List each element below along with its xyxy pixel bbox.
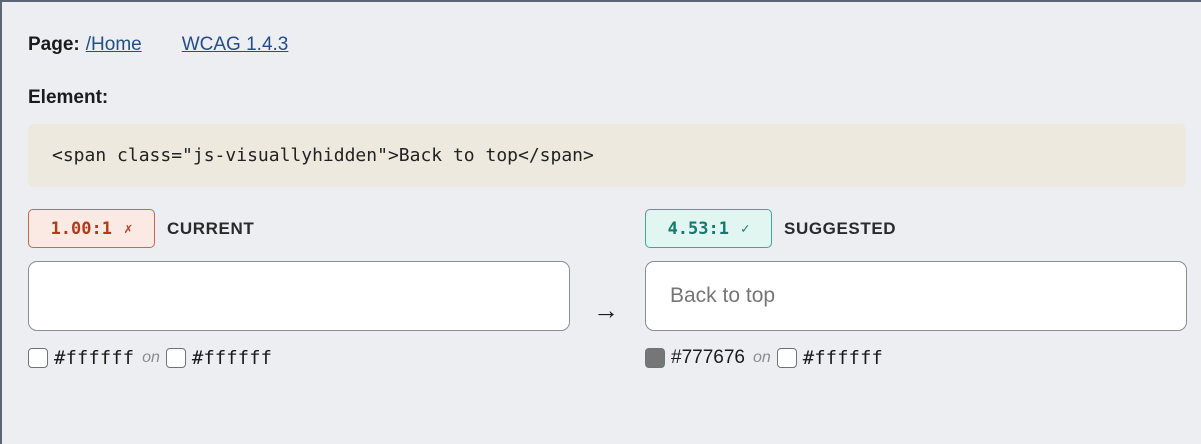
current-fg-hex: #ffffff	[54, 347, 135, 369]
suggested-on-text: on	[752, 349, 771, 366]
pass-icon: ✓	[740, 220, 750, 237]
fail-icon: ✗	[123, 220, 133, 237]
suggested-bg-swatch	[776, 348, 797, 368]
suggested-ratio-badge: 4.53:1 ✓	[645, 209, 772, 248]
current-bg-hex: #ffffff	[191, 347, 272, 369]
current-colors: #ffffff on #ffffff	[28, 347, 272, 369]
current-label: CURRENT	[167, 219, 255, 238]
suggested-preview: Back to top	[645, 261, 1187, 331]
element-code-block: <span class="js-visuallyhidden">Back to …	[28, 124, 1186, 187]
contrast-issue-panel: Page: /Home WCAG 1.4.3 Element: <span cl…	[0, 0, 1201, 444]
page-row: Page: /Home WCAG 1.4.3	[28, 34, 288, 56]
suggested-bg-hex: #ffffff	[802, 347, 883, 369]
suggested-label: SUGGESTED	[784, 219, 897, 238]
suggested-ratio: 4.53:1	[667, 218, 729, 239]
suggested-fg-swatch	[645, 348, 665, 368]
wcag-link[interactable]: WCAG 1.4.3	[182, 34, 289, 56]
current-ratio-badge: 1.00:1 ✗	[28, 209, 155, 248]
arrow-right-icon: →	[593, 295, 619, 325]
current-on-text: on	[142, 349, 160, 366]
page-label: Page:	[28, 34, 80, 55]
current-ratio: 1.00:1	[50, 218, 112, 239]
current-fg-swatch	[28, 348, 48, 368]
suggested-fg-hex: #777676	[671, 347, 745, 368]
current-preview: Back to top	[28, 261, 570, 331]
element-label: Element:	[28, 87, 109, 108]
current-bg-swatch	[165, 348, 186, 368]
page-link[interactable]: /Home	[86, 34, 142, 56]
suggested-colors: #777676 on #ffffff	[645, 347, 883, 369]
